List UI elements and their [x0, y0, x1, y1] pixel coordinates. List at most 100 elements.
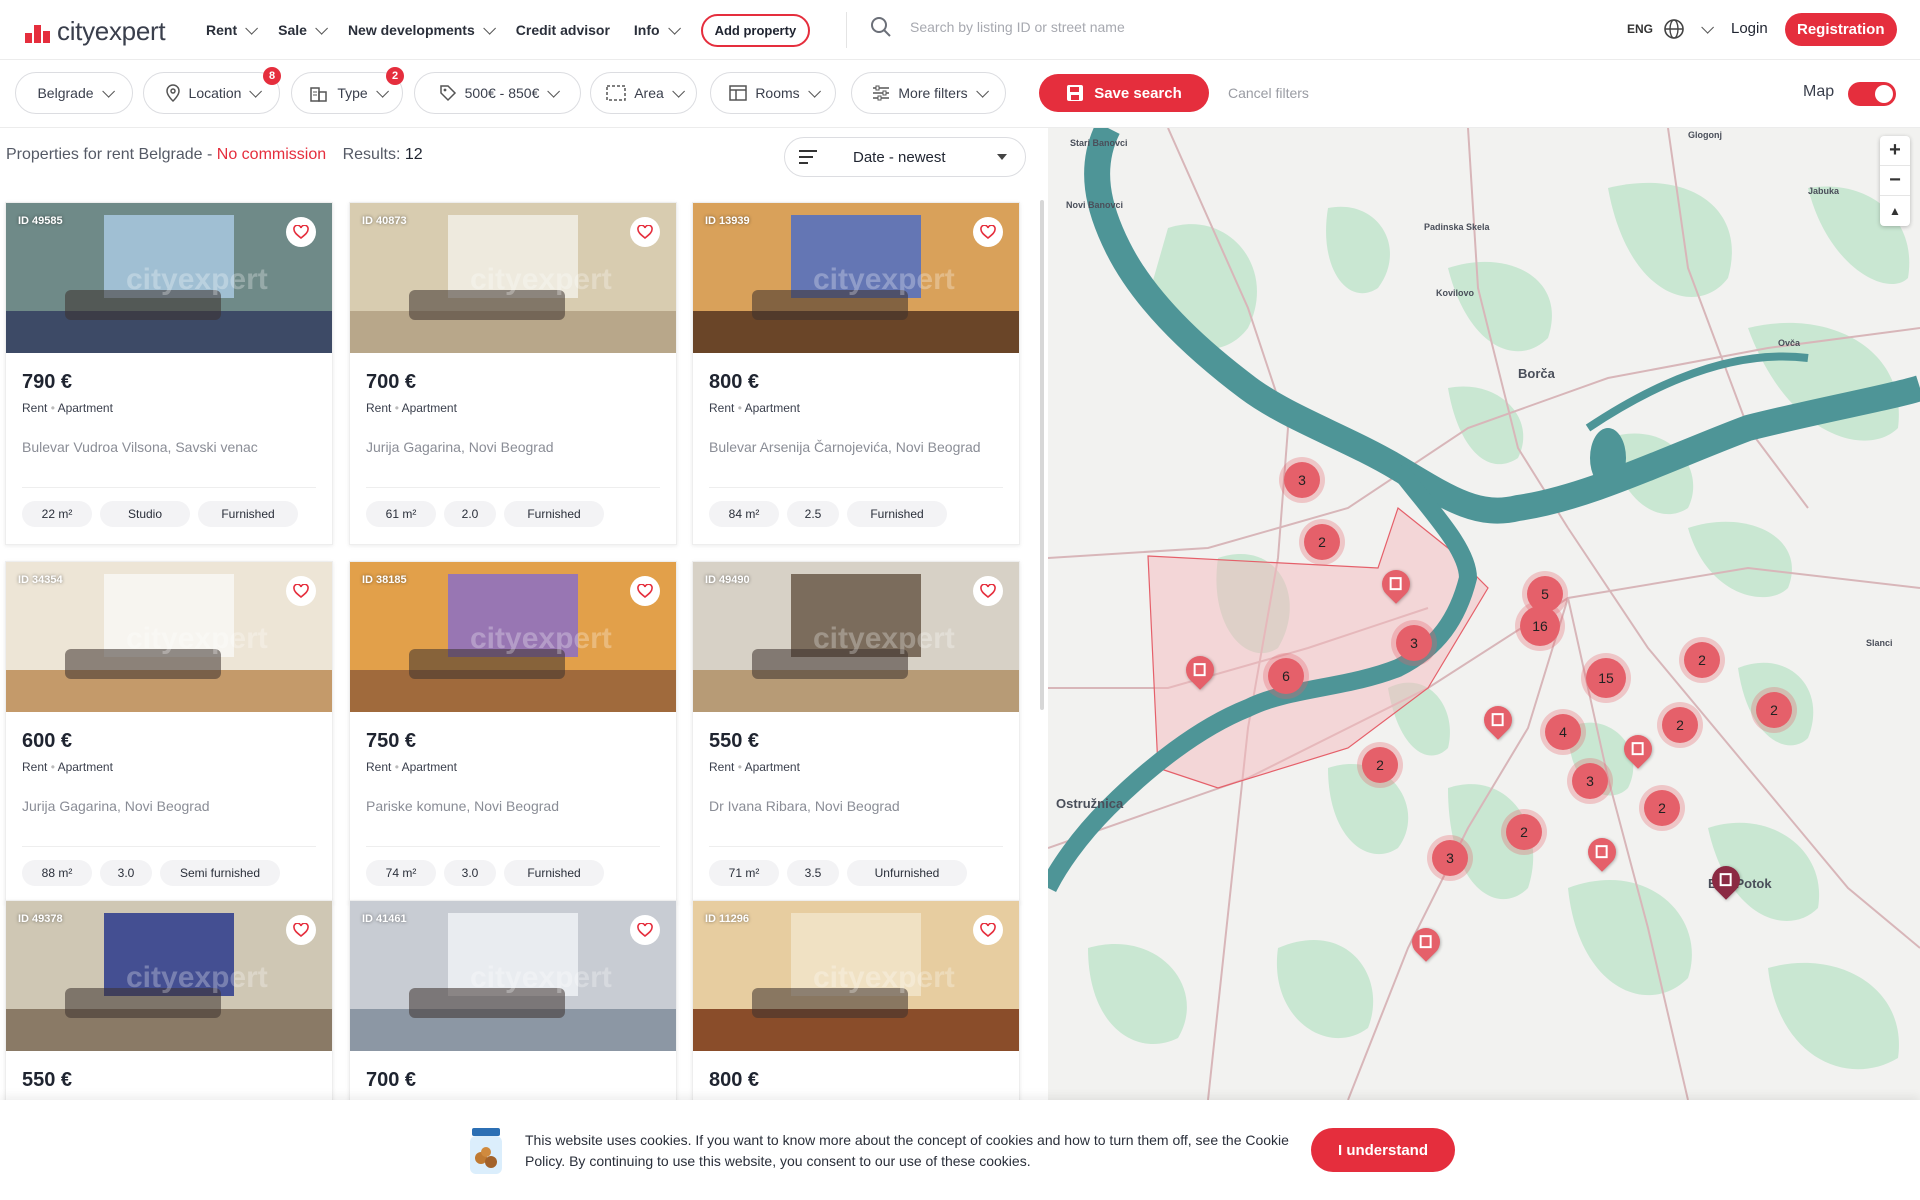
map-cluster-marker[interactable]: 3	[1284, 462, 1320, 498]
map-cluster-marker[interactable]: 3	[1396, 625, 1432, 661]
listing-id: ID 40873	[362, 215, 407, 227]
add-property-button[interactable]: Add property	[700, 13, 811, 47]
filter-type-label: Type	[337, 85, 368, 101]
map-cluster-marker[interactable]: 6	[1268, 658, 1304, 694]
listing-card[interactable]: ID 38185 cityexpert 750 € Rent • Apartment P…	[349, 561, 677, 904]
zoom-out-button[interactable]: −	[1880, 166, 1910, 196]
login-link[interactable]: Login	[1731, 20, 1768, 37]
language-selector[interactable]: ENG	[1627, 18, 1715, 40]
listing-card[interactable]: ID 41461cityexpert700 €Rent • Apartment	[349, 900, 677, 1100]
heart-icon	[637, 923, 653, 937]
furnishing-chip: Furnished	[847, 501, 947, 527]
listing-card[interactable]: ID 49585 cityexpert 790 € Rent • Apartment B…	[5, 202, 333, 545]
listing-type: Apartment	[57, 760, 113, 774]
rooms-chip: 2.5	[787, 501, 839, 527]
nav-rent[interactable]: Rent	[206, 21, 259, 38]
map-cluster-marker[interactable]: 2	[1684, 642, 1720, 678]
listing-photo[interactable]: ID 11296 cityexpert	[693, 901, 1019, 1051]
listing-card[interactable]: ID 34354 cityexpert 600 € Rent • Apartment J…	[5, 561, 333, 904]
registration-button[interactable]: Registration	[1785, 13, 1897, 46]
filter-rooms[interactable]: Rooms	[710, 72, 836, 114]
building-glyph	[1193, 663, 1206, 677]
favorite-button[interactable]	[973, 576, 1003, 606]
nav-info[interactable]: Info	[634, 21, 681, 38]
map-cluster-marker[interactable]: 2	[1506, 814, 1542, 850]
map-cluster-marker[interactable]: 3	[1432, 840, 1468, 876]
listing-photo[interactable]: ID 41461 cityexpert	[350, 901, 676, 1051]
map-view[interactable]: Glogonj Stari Banovci Novi Banovci Padinska…	[1048, 128, 1920, 1100]
search-icon[interactable]	[870, 16, 892, 38]
filter-city[interactable]: Belgrade	[15, 72, 133, 114]
cookie-text: This website uses cookies. If you want t…	[525, 1132, 1289, 1169]
map-cluster-marker[interactable]: 15	[1586, 658, 1626, 698]
favorite-button[interactable]	[286, 576, 316, 606]
listing-photo[interactable]: ID 49490 cityexpert	[693, 562, 1019, 712]
listing-photo[interactable]: ID 49378 cityexpert	[6, 901, 332, 1051]
favorite-button[interactable]	[630, 576, 660, 606]
list-scrollbar[interactable]	[1040, 200, 1044, 710]
sort-select[interactable]: Date - newest	[784, 137, 1026, 177]
listing-card[interactable]: ID 11296cityexpert800 €Rent • Apartment	[692, 900, 1020, 1100]
area-chip: 88 m²	[22, 860, 92, 886]
nav-credit-advisor-label: Credit advisor	[515, 22, 610, 38]
building-glyph	[1491, 713, 1504, 727]
listing-photo[interactable]: ID 40873 cityexpert	[350, 203, 676, 353]
map-canvas[interactable]	[1048, 128, 1920, 1100]
map-cluster-marker[interactable]: 2	[1756, 692, 1792, 728]
favorite-button[interactable]	[630, 915, 660, 945]
listing-address: Jurija Gagarina, Novi Beograd	[22, 798, 210, 814]
listing-card[interactable]: ID 40873 cityexpert 700 € Rent • Apartment J…	[349, 202, 677, 545]
favorite-button[interactable]	[630, 217, 660, 247]
logo-text: cityexpert	[57, 16, 166, 46]
map-place-label: Padinska Skela	[1424, 222, 1490, 232]
favorite-button[interactable]	[286, 217, 316, 247]
card-divider	[22, 846, 316, 847]
listing-offer: Rent	[22, 401, 48, 415]
nav-new-developments[interactable]: New developments	[348, 21, 496, 38]
map-cluster-marker[interactable]: 4	[1545, 714, 1581, 750]
listing-photo[interactable]: ID 13939 cityexpert	[693, 203, 1019, 353]
map-cluster-marker[interactable]: 2	[1662, 707, 1698, 743]
map-cluster-marker[interactable]: 2	[1304, 524, 1340, 560]
rooms-chip: 2.0	[444, 501, 496, 527]
map-cluster-marker[interactable]: 2	[1644, 790, 1680, 826]
cityexpert-logo[interactable]: cityexpert	[25, 16, 166, 47]
filter-more[interactable]: More filters	[851, 72, 1006, 114]
zoom-in-button[interactable]: +	[1880, 136, 1910, 166]
card-divider	[709, 846, 1003, 847]
listing-card[interactable]: ID 49378cityexpert550 €Rent • Apartment	[5, 900, 333, 1100]
listing-photo[interactable]: ID 49585 cityexpert	[6, 203, 332, 353]
favorite-button[interactable]	[286, 915, 316, 945]
map-place-label: Ostružnica	[1056, 796, 1124, 811]
map-toggle[interactable]	[1848, 82, 1896, 106]
listing-card[interactable]: ID 13939 cityexpert 800 € Rent • Apartment B…	[692, 202, 1020, 545]
map-cluster-marker[interactable]: 16	[1520, 606, 1560, 646]
filter-area-label: Area	[634, 85, 664, 101]
map-cluster-marker[interactable]: 2	[1362, 747, 1398, 783]
listing-card[interactable]: ID 49490 cityexpert 550 € Rent • Apartment D…	[692, 561, 1020, 904]
filter-bar: Belgrade Location 8 Type 2 500€ - 850€ A…	[0, 60, 1920, 128]
favorite-button[interactable]	[973, 217, 1003, 247]
listing-kind: Rent • Apartment	[22, 760, 113, 774]
area-chip: 71 m²	[709, 860, 779, 886]
search-input[interactable]	[910, 19, 1330, 35]
filter-area[interactable]: Area	[590, 72, 697, 114]
dot-separator: •	[737, 760, 742, 774]
filter-location[interactable]: Location 8	[143, 67, 281, 114]
compass-button[interactable]: ▲	[1880, 196, 1910, 226]
nav-sale[interactable]: Sale	[278, 21, 328, 38]
listing-photo[interactable]: ID 38185 cityexpert	[350, 562, 676, 712]
heart-icon	[637, 225, 653, 239]
cookie-accept-button[interactable]: I understand	[1311, 1128, 1455, 1172]
filter-type[interactable]: Type 2	[291, 67, 404, 114]
nav-credit-advisor[interactable]: Credit advisor	[516, 22, 610, 38]
map-cluster-marker[interactable]: 3	[1572, 763, 1608, 799]
save-search-button[interactable]: Save search	[1039, 74, 1209, 112]
listing-address: Dr Ivana Ribara, Novi Beograd	[709, 798, 900, 814]
favorite-button[interactable]	[973, 915, 1003, 945]
chevron-down-icon	[672, 84, 685, 98]
heart-icon	[293, 584, 309, 598]
listing-photo[interactable]: ID 34354 cityexpert	[6, 562, 332, 712]
filter-price[interactable]: 500€ - 850€	[414, 72, 581, 114]
cancel-filters-link[interactable]: Cancel filters	[1228, 85, 1309, 101]
